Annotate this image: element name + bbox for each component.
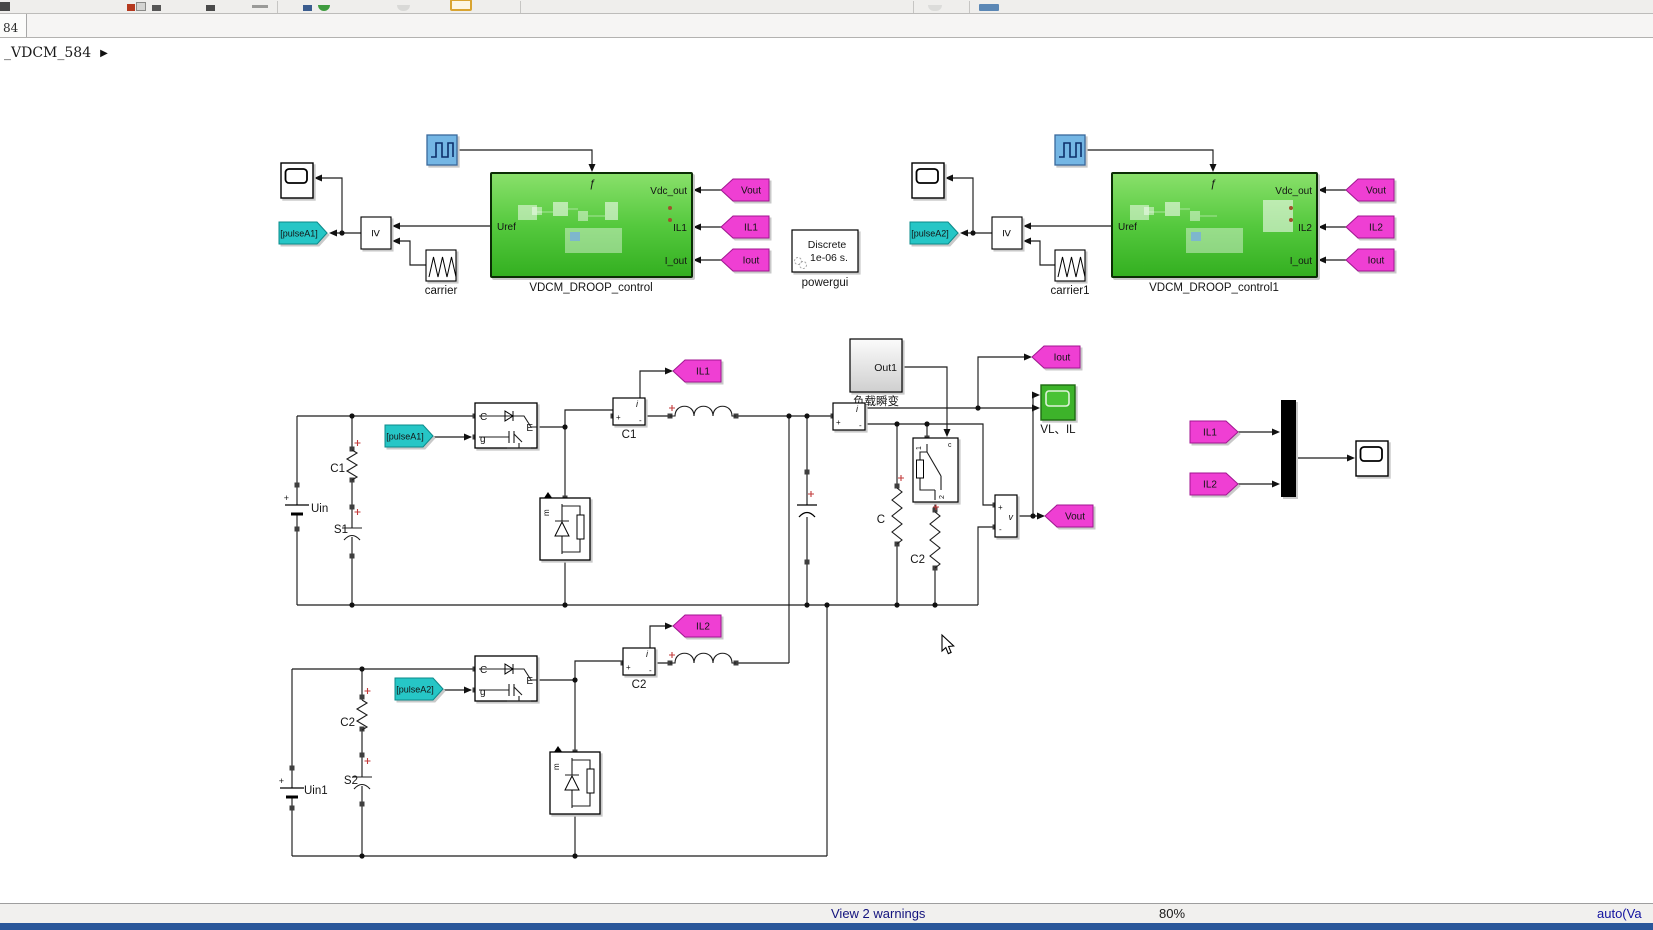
powergui-line1: Discrete bbox=[808, 239, 847, 251]
vl-il-scope-block[interactable] bbox=[1040, 384, 1076, 421]
carrier2-block[interactable] bbox=[1054, 249, 1086, 282]
goto-il2-label: IL2 bbox=[696, 622, 710, 633]
dc-source-uin1-label: Uin1 bbox=[304, 785, 328, 797]
breaker-port1-label: 1 bbox=[916, 446, 923, 450]
mux-block[interactable] bbox=[1281, 400, 1296, 497]
diode1-block[interactable] bbox=[539, 491, 591, 561]
from-il2-label2: IL2 bbox=[1369, 223, 1383, 234]
snubber-resistor1-label: C1 bbox=[330, 463, 345, 475]
view-warnings-link[interactable]: View 2 warnings bbox=[831, 906, 925, 921]
powergui-label: powergui bbox=[802, 277, 849, 289]
load-step-out1-label: Out1 bbox=[874, 362, 897, 374]
igbt1-block[interactable] bbox=[474, 402, 538, 449]
vdcm-droop-control1-subsystem[interactable]: ƒ Uref Vdc_out IL2 I_out bbox=[1111, 172, 1318, 278]
trigger-port-icon: ƒ bbox=[1210, 178, 1216, 190]
powergui-block[interactable]: Discrete 1e-06 s. bbox=[791, 229, 859, 273]
subsystem1-port-vdcout: Vdc_out bbox=[650, 186, 687, 197]
subsystem2-label: VDCM_DROOP_control1 bbox=[1149, 282, 1279, 294]
junction-dots bbox=[339, 230, 1036, 859]
current-measure2-block[interactable] bbox=[622, 647, 656, 676]
trigger-port-icon: ƒ bbox=[589, 178, 595, 190]
dc-source-uin[interactable] bbox=[282, 491, 311, 516]
snubber-resistor1[interactable] bbox=[346, 449, 358, 481]
subsystem2-port-uref: Uref bbox=[1118, 222, 1137, 233]
goto-il1-label: IL1 bbox=[696, 367, 710, 378]
mouse-cursor bbox=[941, 633, 955, 655]
igbt2-block[interactable] bbox=[474, 655, 538, 702]
subsystem2-port-iout: I_out bbox=[1290, 256, 1312, 267]
status-bar: View 2 warnings 80% auto(Va bbox=[0, 903, 1653, 923]
goto-iout-label: Iout bbox=[1054, 353, 1071, 364]
subsystem1-port-uref: Uref bbox=[497, 222, 516, 233]
relop1-symbol: ≥ bbox=[369, 229, 384, 236]
pulse-generator2[interactable] bbox=[1054, 134, 1086, 166]
scope2-block[interactable] bbox=[911, 162, 945, 199]
goto-pulseA2-label: [pulseA2] bbox=[911, 229, 949, 239]
goto-pulseA1-label: [pulseA1] bbox=[280, 229, 318, 239]
dc-source-uin-label: Uin bbox=[311, 503, 328, 515]
snubber-capacitor1-label: S1 bbox=[334, 524, 348, 536]
scope3-block[interactable] bbox=[1355, 440, 1389, 477]
load-current-measure-block[interactable] bbox=[832, 402, 866, 431]
dc-source-uin1[interactable] bbox=[277, 774, 306, 799]
vl-il-scope-label: VL、IL bbox=[1040, 424, 1076, 436]
load-resistor-label: C bbox=[877, 514, 885, 526]
arrowheads-right bbox=[464, 353, 1355, 694]
vdcm-droop-control-subsystem[interactable]: ƒ Uref Vdc_out IL1 I_out bbox=[490, 172, 693, 278]
scope1-block[interactable] bbox=[280, 162, 314, 199]
from-iout-label2: Iout bbox=[1368, 256, 1385, 267]
output-capacitor[interactable] bbox=[797, 504, 817, 518]
powergui-line2: 1e-06 s. bbox=[810, 252, 848, 264]
taskbar-strip bbox=[0, 923, 1653, 930]
breaker-resistor[interactable] bbox=[929, 511, 941, 569]
current-measure1-label: C1 bbox=[622, 429, 637, 441]
port-squares bbox=[289, 405, 998, 817]
voltage-measure-block[interactable]: + - v bbox=[994, 494, 1018, 538]
subsystem2-port-vdcout: Vdc_out bbox=[1275, 186, 1312, 197]
load-resistor[interactable] bbox=[891, 487, 903, 545]
inductor2[interactable] bbox=[669, 652, 737, 664]
pulse-generator1[interactable] bbox=[426, 134, 458, 166]
polarity-marks bbox=[354, 405, 939, 764]
load-step-subsystem[interactable]: Out1 bbox=[849, 338, 903, 393]
physical-wires bbox=[291, 409, 995, 857]
relop2-symbol: ≥ bbox=[1000, 229, 1015, 236]
subsystem2-port-il2: IL2 bbox=[1298, 223, 1312, 234]
breaker-block[interactable]: 1 c 2 bbox=[912, 437, 959, 503]
from-il2-mux-label: IL2 bbox=[1203, 480, 1217, 491]
snubber-resistor2-label: C2 bbox=[340, 717, 355, 729]
current-measure2-label: C2 bbox=[632, 679, 647, 691]
subsystem1-port-iout: I_out bbox=[665, 256, 687, 267]
carrier2-label: carrier1 bbox=[1051, 285, 1090, 297]
breaker-port2-label: 2 bbox=[939, 495, 946, 499]
breaker-resistor-label: C2 bbox=[910, 554, 925, 566]
from-il1-label1: IL1 bbox=[744, 223, 758, 234]
subsystem1-label: VDCM_DROOP_control bbox=[529, 282, 652, 294]
subsystem1-port-il1: IL1 bbox=[673, 223, 687, 234]
from-pulseA2-label: [pulseA2] bbox=[396, 685, 434, 695]
carrier1-block[interactable] bbox=[425, 249, 457, 282]
from-vout-label2: Vout bbox=[1366, 186, 1386, 197]
goto-vout-label: Vout bbox=[1065, 512, 1085, 523]
snubber-capacitor2-label: S2 bbox=[344, 775, 358, 787]
current-measure1-block[interactable] bbox=[612, 397, 646, 426]
breaker-portc-label: c bbox=[948, 442, 952, 449]
model-canvas[interactable]: C g E m + i - + bbox=[0, 0, 1653, 903]
voltage-meas-v: v bbox=[1009, 512, 1014, 522]
inductor1[interactable] bbox=[669, 405, 737, 417]
zoom-level[interactable]: 80% bbox=[1159, 906, 1185, 921]
snubber-resistor2[interactable] bbox=[356, 699, 368, 731]
from-il1-mux-label: IL1 bbox=[1203, 428, 1217, 439]
from-pulseA1-label: [pulseA1] bbox=[386, 432, 424, 442]
diode2-block[interactable] bbox=[549, 745, 601, 815]
voltage-meas-minus: - bbox=[999, 525, 1002, 534]
solver-info[interactable]: auto(Va bbox=[1597, 906, 1642, 921]
from-vout-label1: Vout bbox=[741, 186, 761, 197]
from-iout-label1: Iout bbox=[743, 256, 760, 267]
carrier1-label: carrier bbox=[425, 285, 458, 297]
voltage-meas-plus: + bbox=[998, 503, 1003, 512]
